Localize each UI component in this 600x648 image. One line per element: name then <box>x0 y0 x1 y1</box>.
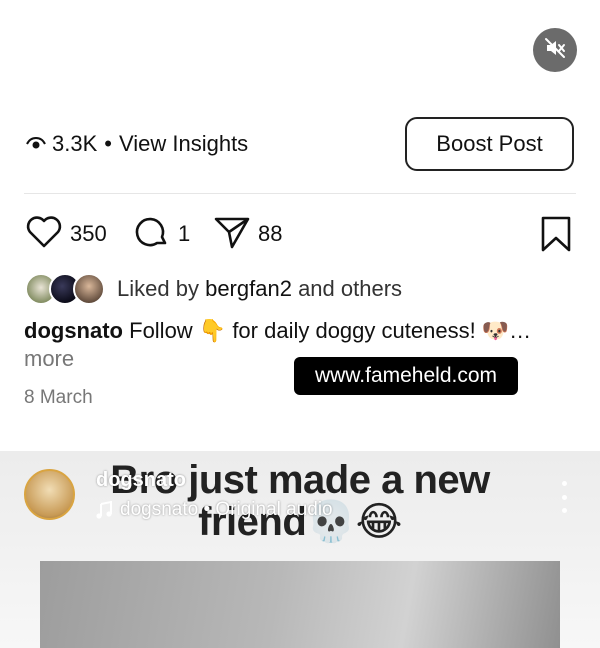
share-action[interactable]: 88 <box>212 212 282 256</box>
video-thumbnail[interactable] <box>40 561 560 648</box>
more-link[interactable]: more <box>24 346 74 372</box>
view-insights-link[interactable]: View Insights <box>119 131 248 157</box>
post-caption: dogsnato Follow 👇 for daily doggy cutene… <box>24 316 580 346</box>
avatar[interactable] <box>24 469 75 520</box>
comments-count: 1 <box>178 221 191 246</box>
mute-button[interactable] <box>533 28 577 72</box>
heart-icon[interactable] <box>24 212 64 257</box>
post-actions: 350 1 88 <box>24 212 576 256</box>
eye-icon <box>26 136 46 152</box>
divider <box>24 193 576 194</box>
views-count: 3.3K <box>52 131 98 156</box>
bookmark-icon[interactable] <box>538 214 574 259</box>
boost-post-button[interactable]: Boost Post <box>405 117 574 171</box>
avatar <box>73 273 105 305</box>
caption-text: Follow 👇 for daily doggy cuteness! 🐶… <box>129 318 532 343</box>
audio-label: dogsnato • Original audio <box>120 499 333 520</box>
watermark-label: www.fameheld.com <box>294 357 518 395</box>
liked-by-prefix: Liked by <box>117 276 199 301</box>
separator-dot: • <box>104 131 112 156</box>
liked-by-text: Liked by bergfan2 and others <box>117 276 402 302</box>
likes-count: 350 <box>70 221 107 246</box>
insights-row: 3.3K • View Insights Boost Post <box>26 117 574 171</box>
comment-icon[interactable] <box>132 212 172 257</box>
liked-by-suffix: and others <box>298 276 403 301</box>
overlay-line-1: Bro just made a new <box>110 458 490 502</box>
shares-count: 88 <box>258 221 283 246</box>
liked-by-row[interactable]: Liked by bergfan2 and others <box>25 272 402 306</box>
audio-row[interactable]: dogsnato • Original audio <box>96 499 333 521</box>
send-icon[interactable] <box>212 212 252 257</box>
more-options-icon[interactable] <box>556 481 572 513</box>
next-post: Bro just made a new friend💀😂 dogsnato do… <box>0 451 600 648</box>
speaker-muted-icon <box>543 36 567 65</box>
post-username[interactable]: dogsnato <box>96 469 186 492</box>
like-action[interactable]: 350 <box>24 212 107 256</box>
comment-action[interactable]: 1 <box>132 212 190 256</box>
post-date: 8 March <box>24 387 93 408</box>
liker-avatars <box>25 272 105 306</box>
views-insights[interactable]: 3.3K • View Insights <box>26 131 248 157</box>
music-note-icon <box>96 501 112 519</box>
caption-username[interactable]: dogsnato <box>24 318 123 343</box>
liked-by-user[interactable]: bergfan2 <box>205 276 292 301</box>
